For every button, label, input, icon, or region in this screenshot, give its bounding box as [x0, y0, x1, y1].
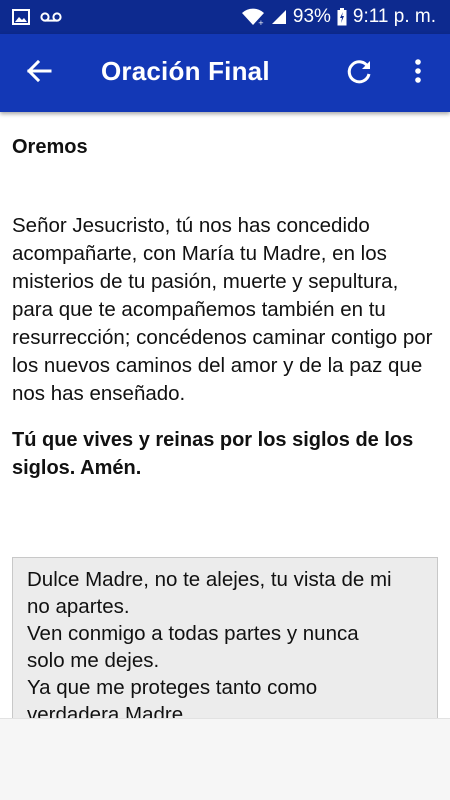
prayer-text: Señor Jesucristo, tú nos has concedido a… — [12, 214, 433, 405]
more-vert-icon — [414, 58, 422, 89]
song-box: Dulce Madre, no te alejes, tu vista de m… — [12, 557, 438, 727]
prayer-heading: Oremos — [12, 136, 88, 158]
page-title: Oración Final — [101, 56, 270, 86]
image-icon — [12, 9, 30, 25]
battery-percent: 93% — [292, 6, 331, 27]
voicemail-icon — [40, 11, 62, 23]
status-left — [12, 9, 62, 25]
back-arrow-icon — [26, 59, 52, 88]
refresh-icon — [346, 57, 374, 90]
back-button[interactable] — [22, 56, 56, 90]
box-line: solo me dejes. — [27, 649, 160, 672]
box-line: no apartes. — [27, 595, 130, 618]
battery-icon — [337, 8, 347, 26]
status-bar: + 93% 9:11 p. m. — [0, 0, 450, 34]
box-line: Ven conmigo a todas partes y nunca — [27, 622, 359, 645]
clock: 9:11 p. m. — [352, 6, 436, 27]
box-line: Ya que me proteges tanto como — [27, 676, 318, 699]
box-line: Dulce Madre, no te alejes, tu vista de m… — [27, 568, 392, 591]
wifi-icon: + — [241, 8, 265, 26]
more-options-button[interactable] — [405, 56, 431, 90]
status-right: + 93% 9:11 p. m. — [241, 6, 436, 28]
prayer-closing: Tú que vives y reinas por los siglos de … — [12, 429, 414, 479]
signal-icon — [271, 9, 287, 25]
app-bar: Oración Final — [0, 34, 450, 112]
refresh-button[interactable] — [343, 56, 377, 90]
svg-text:+: + — [258, 19, 264, 26]
bottom-panel — [0, 718, 450, 800]
